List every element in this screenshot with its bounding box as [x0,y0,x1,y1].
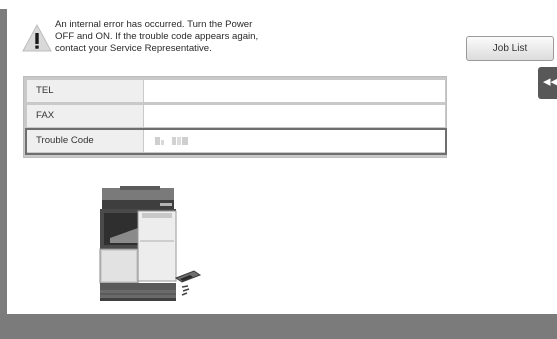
contact-info-table: TEL FAX Trouble Code [23,76,447,158]
collapse-panel-icon: ◂◂ [543,73,557,90]
trouble-code-redacted [155,137,188,145]
bottom-status-bar [0,314,557,339]
error-message-line: contact your Service Representative. [55,43,212,54]
info-row-fax: FAX [27,105,445,127]
left-edge [0,9,7,314]
top-edge [0,0,557,9]
error-message-line: An internal error has occurred. Turn the… [55,19,253,30]
info-value-tel [144,80,445,102]
info-value-trouble-code [144,130,445,152]
error-message-line: OFF and ON. If the trouble code appears … [55,31,259,42]
info-label-tel: TEL [27,80,143,102]
info-label-fax: FAX [27,105,143,127]
info-row-trouble-code: Trouble Code [25,128,447,155]
info-label-trouble-code: Trouble Code [27,130,143,152]
info-value-fax [144,105,445,127]
info-row-tel: TEL [27,80,445,102]
mfp-printer-illustration [99,186,202,301]
error-message: An internal error has occurred. Turn the… [55,19,325,55]
collapse-panel-tab[interactable]: ◂◂ [538,67,557,99]
error-screen: An internal error has occurred. Turn the… [0,0,557,339]
warning-icon [22,23,52,52]
job-list-button[interactable]: Job List [466,36,554,61]
